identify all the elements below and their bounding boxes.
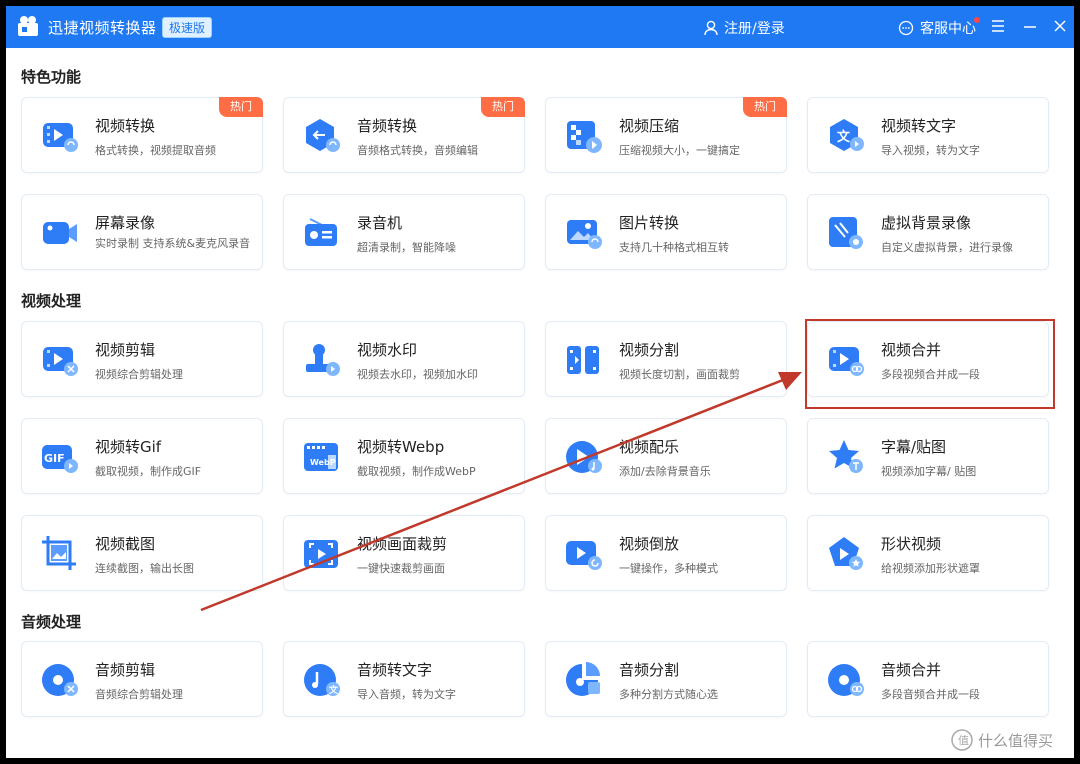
app-window: 迅捷视频转换器 极速版 注册/登录 客服中心 特色功能 视频处理 音频处理 视频… — [6, 6, 1074, 758]
annotation-arrow — [200, 372, 802, 612]
watermark-text: 什么值得买 — [978, 731, 1054, 750]
svg-text:值: 值 — [958, 734, 969, 747]
watermark: 值 什么值得买 — [950, 728, 1053, 752]
watermark-logo-icon: 值 — [951, 729, 973, 751]
